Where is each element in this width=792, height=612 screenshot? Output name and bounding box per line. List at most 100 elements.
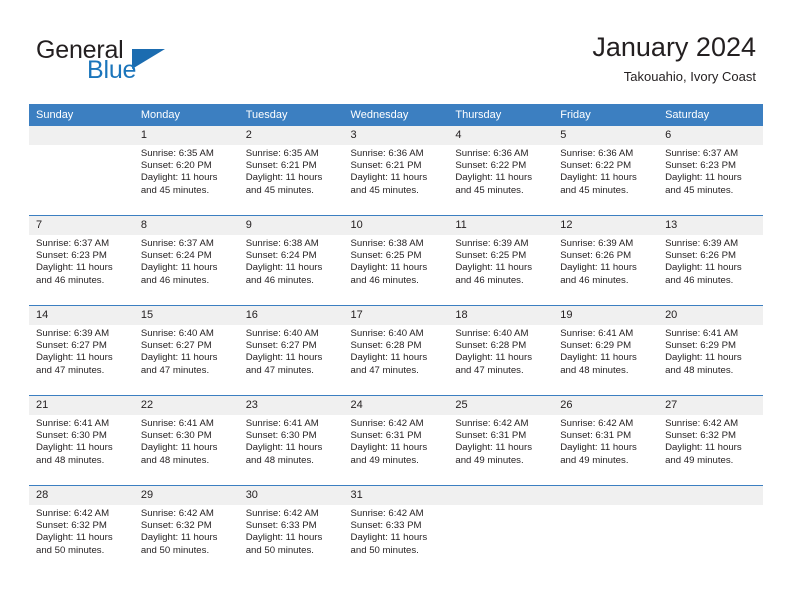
day-number: 17 <box>343 306 449 325</box>
sunset-text: Sunset: 6:31 PM <box>560 430 632 442</box>
sunset-text: Sunset: 6:25 PM <box>455 250 527 262</box>
calendar-day-cell[interactable]: 28 Sunrise: 6:42 AM Sunset: 6:32 PM Dayligh… <box>29 485 134 575</box>
calendar-day-cell[interactable]: 29 Sunrise: 6:42 AM Sunset: 6:32 PM Dayligh… <box>133 485 239 575</box>
calendar-day-cell[interactable]: 27 Sunrise: 6:42 AM Sunset: 6:32 PM Dayligh… <box>658 395 763 486</box>
calendar-day-cell[interactable]: 31 Sunrise: 6:42 AM Sunset: 6:33 PM Dayligh… <box>343 485 449 575</box>
day-cell-inner: 6 Sunrise: 6:37 AM Sunset: 6:23 PM Daylight… <box>658 126 763 215</box>
calendar-day-cell[interactable]: 9 Sunrise: 6:38 AM Sunset: 6:24 PM Daylight… <box>238 215 344 306</box>
day-number <box>448 486 554 505</box>
calendar-day-cell[interactable]: 21 Sunrise: 6:41 AM Sunset: 6:30 PM Dayligh… <box>29 395 134 486</box>
calendar-day-cell[interactable]: 8 Sunrise: 6:37 AM Sunset: 6:24 PM Daylight… <box>133 215 239 306</box>
day-cell-inner: 24 Sunrise: 6:42 AM Sunset: 6:31 PM Dayligh… <box>343 396 449 485</box>
sunrise-text: Sunrise: 6:42 AM <box>245 508 319 519</box>
calendar-day-cell[interactable]: 18 Sunrise: 6:40 AM Sunset: 6:28 PM Dayligh… <box>448 305 554 396</box>
day-cell-inner <box>29 126 134 215</box>
calendar-day-cell[interactable]: 17 Sunrise: 6:40 AM Sunset: 6:28 PM Dayligh… <box>343 305 449 396</box>
sunset-text: Sunset: 6:21 PM <box>350 160 422 172</box>
calendar-day-cell[interactable]: 2 Sunrise: 6:35 AM Sunset: 6:21 PM Daylight… <box>238 126 344 216</box>
sunrise-text: Sunrise: 6:40 AM <box>455 328 529 339</box>
sunset-text: Sunset: 6:30 PM <box>36 430 107 442</box>
day-details: Sunrise: 6:41 AM Sunset: 6:30 PM Daylight:… <box>134 415 239 467</box>
sunrise-text: Sunrise: 6:36 AM <box>560 148 634 159</box>
calendar-day-cell[interactable]: 26 Sunrise: 6:42 AM Sunset: 6:31 PM Dayligh… <box>553 395 659 486</box>
sunrise-text: Sunrise: 6:35 AM <box>140 148 214 159</box>
sunset-text: Sunset: 6:32 PM <box>140 520 212 532</box>
day-details: Sunrise: 6:42 AM Sunset: 6:33 PM Daylight:… <box>344 505 449 557</box>
day-number: 4 <box>448 126 554 145</box>
day-details: Sunrise: 6:42 AM Sunset: 6:32 PM Daylight:… <box>29 505 134 557</box>
calendar-day-cell[interactable]: 24 Sunrise: 6:42 AM Sunset: 6:31 PM Dayligh… <box>343 395 449 486</box>
calendar-day-cell[interactable]: 23 Sunrise: 6:41 AM Sunset: 6:30 PM Dayligh… <box>238 395 344 486</box>
daylight-text-line1: Daylight: 11 hours <box>560 442 637 454</box>
day-cell-inner: 17 Sunrise: 6:40 AM Sunset: 6:28 PM Dayligh… <box>343 306 449 395</box>
calendar-day-cell[interactable]: 30 Sunrise: 6:42 AM Sunset: 6:33 PM Dayligh… <box>238 485 344 575</box>
calendar-day-cell[interactable]: 6 Sunrise: 6:37 AM Sunset: 6:23 PM Daylight… <box>658 126 763 216</box>
calendar-day-cell[interactable]: 22 Sunrise: 6:41 AM Sunset: 6:30 PM Dayligh… <box>133 395 239 486</box>
sunrise-text: Sunrise: 6:41 AM <box>560 328 634 339</box>
triangle-icon <box>132 49 165 69</box>
day-details: Sunrise: 6:36 AM Sunset: 6:22 PM Daylight:… <box>448 145 553 197</box>
calendar-day-cell[interactable]: 20 Sunrise: 6:41 AM Sunset: 6:29 PM Dayligh… <box>658 305 763 396</box>
calendar-day-cell[interactable]: 3 Sunrise: 6:36 AM Sunset: 6:21 PM Daylight… <box>343 126 449 216</box>
sunrise-text: Sunrise: 6:40 AM <box>245 328 319 339</box>
day-number: 27 <box>658 396 763 415</box>
daylight-text-line1: Daylight: 11 hours <box>665 262 742 274</box>
day-number: 22 <box>133 396 239 415</box>
daylight-text-line1: Daylight: 11 hours <box>140 352 218 364</box>
sunset-text: Sunset: 6:22 PM <box>560 160 632 172</box>
daylight-text-line1: Daylight: 11 hours <box>455 172 532 184</box>
page-title: January 2024 <box>592 32 756 62</box>
calendar-day-cell[interactable]: 4 Sunrise: 6:36 AM Sunset: 6:22 PM Daylight… <box>448 126 554 216</box>
day-number: 25 <box>448 396 554 415</box>
daylight-text-line1: Daylight: 11 hours <box>665 442 742 454</box>
day-details: Sunrise: 6:42 AM Sunset: 6:31 PM Daylight:… <box>448 415 553 467</box>
day-number: 13 <box>658 216 763 235</box>
day-number: 23 <box>238 396 344 415</box>
daylight-text-line1: Daylight: 11 hours <box>455 442 532 454</box>
calendar-day-cell[interactable]: 1 Sunrise: 6:35 AM Sunset: 6:20 PM Daylight… <box>133 126 239 216</box>
calendar-day-cell[interactable]: 16 Sunrise: 6:40 AM Sunset: 6:27 PM Dayligh… <box>238 305 344 396</box>
calendar-day-cell[interactable]: 25 Sunrise: 6:42 AM Sunset: 6:31 PM Dayligh… <box>448 395 554 486</box>
sunrise-text: Sunrise: 6:39 AM <box>455 238 529 249</box>
calendar-day-cell[interactable]: 5 Sunrise: 6:36 AM Sunset: 6:22 PM Daylight… <box>553 126 659 216</box>
calendar-day-cell[interactable]: 13 Sunrise: 6:39 AM Sunset: 6:26 PM Dayligh… <box>658 215 763 306</box>
brand-logo[interactable]: General Blue <box>36 36 226 86</box>
day-details: Sunrise: 6:38 AM Sunset: 6:25 PM Daylight:… <box>344 235 449 287</box>
sunset-text: Sunset: 6:30 PM <box>140 430 212 442</box>
daylight-text-line2: and 47 minutes. <box>455 364 524 376</box>
day-cell-inner: 26 Sunrise: 6:42 AM Sunset: 6:31 PM Dayligh… <box>553 396 659 485</box>
calendar-day-cell[interactable]: 14 Sunrise: 6:39 AM Sunset: 6:27 PM Dayligh… <box>29 305 134 396</box>
day-number: 19 <box>553 306 659 325</box>
day-number: 28 <box>29 486 134 505</box>
day-details: Sunrise: 6:35 AM Sunset: 6:20 PM Daylight:… <box>134 145 239 197</box>
daylight-text-line1: Daylight: 11 hours <box>245 172 323 184</box>
calendar-day-cell[interactable]: 19 Sunrise: 6:41 AM Sunset: 6:29 PM Dayligh… <box>553 305 659 396</box>
sunset-text: Sunset: 6:27 PM <box>140 340 212 352</box>
calendar-day-cell[interactable]: 12 Sunrise: 6:39 AM Sunset: 6:26 PM Dayligh… <box>553 215 659 306</box>
day-cell-inner: 8 Sunrise: 6:37 AM Sunset: 6:24 PM Daylight… <box>133 216 239 305</box>
day-number: 31 <box>343 486 449 505</box>
calendar-day-cell[interactable]: 7 Sunrise: 6:37 AM Sunset: 6:23 PM Daylight… <box>29 215 134 306</box>
day-details: Sunrise: 6:42 AM Sunset: 6:32 PM Daylight:… <box>134 505 239 557</box>
daylight-text-line2: and 47 minutes. <box>245 364 314 376</box>
day-cell-inner: 13 Sunrise: 6:39 AM Sunset: 6:26 PM Dayligh… <box>658 216 763 305</box>
day-cell-inner: 7 Sunrise: 6:37 AM Sunset: 6:23 PM Daylight… <box>29 216 134 305</box>
day-number: 10 <box>343 216 449 235</box>
sunrise-text: Sunrise: 6:42 AM <box>455 418 529 429</box>
calendar-day-cell[interactable]: 10 Sunrise: 6:38 AM Sunset: 6:25 PM Dayligh… <box>343 215 449 306</box>
daylight-text-line1: Daylight: 11 hours <box>36 442 113 454</box>
sunset-text: Sunset: 6:21 PM <box>245 160 317 172</box>
daylight-text-line1: Daylight: 11 hours <box>560 172 637 184</box>
sunrise-text: Sunrise: 6:36 AM <box>455 148 529 159</box>
calendar-week-row: 1 Sunrise: 6:35 AM Sunset: 6:20 PM Daylight… <box>29 126 763 216</box>
sunset-text: Sunset: 6:23 PM <box>665 160 736 172</box>
day-number: 29 <box>133 486 239 505</box>
daylight-text-line1: Daylight: 11 hours <box>560 262 637 274</box>
calendar-week-row: 14 Sunrise: 6:39 AM Sunset: 6:27 PM Dayligh… <box>29 305 763 396</box>
day-number <box>553 486 659 505</box>
daylight-text-line1: Daylight: 11 hours <box>36 262 113 274</box>
day-cell-inner: 15 Sunrise: 6:40 AM Sunset: 6:27 PM Dayligh… <box>133 306 239 395</box>
calendar-day-cell[interactable]: 11 Sunrise: 6:39 AM Sunset: 6:25 PM Dayligh… <box>448 215 554 306</box>
day-cell-inner: 10 Sunrise: 6:38 AM Sunset: 6:25 PM Dayligh… <box>343 216 449 305</box>
calendar-day-cell[interactable]: 15 Sunrise: 6:40 AM Sunset: 6:27 PM Dayligh… <box>133 305 239 396</box>
